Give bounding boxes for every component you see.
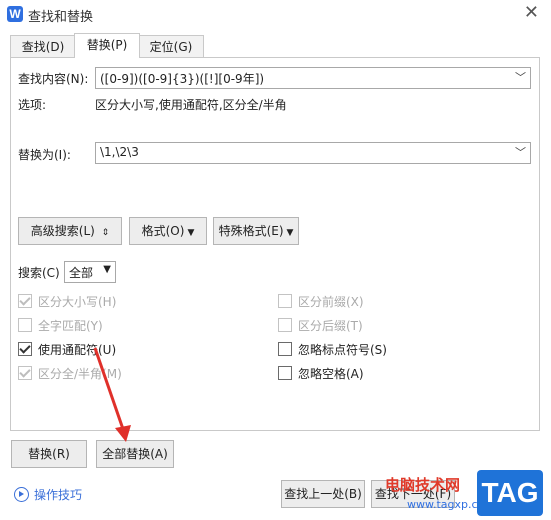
format-label: 格式(O): [141, 224, 185, 238]
checkbox-box[interactable]: [18, 294, 32, 308]
options-label: 选项:: [18, 98, 47, 112]
chevron-down-icon[interactable]: ﹀: [515, 144, 526, 160]
close-icon[interactable]: ✕: [524, 2, 539, 24]
play-circle-icon: [14, 487, 29, 502]
checkbox-label: 忽略空格(A): [298, 367, 364, 381]
search-scope-select[interactable]: 全部 ▼: [64, 261, 116, 283]
check-icon: [19, 366, 31, 378]
tab-replace[interactable]: 替换(P): [74, 33, 140, 58]
check-icon: [19, 294, 31, 306]
title-bar: W 查找和替换 ✕: [0, 0, 551, 28]
checkbox-box[interactable]: [18, 342, 32, 356]
checkbox-box[interactable]: [278, 366, 292, 380]
checkbox-label: 忽略标点符号(S): [298, 343, 387, 357]
ignore-punctuation-checkbox[interactable]: 忽略标点符号(S): [278, 341, 387, 357]
checkbox-box[interactable]: [278, 318, 292, 332]
replace-input-value: \1,\2\3: [100, 145, 139, 159]
watermark-logo: TAG: [477, 470, 543, 516]
search-label: 搜索(C): [18, 266, 60, 280]
options-value: 区分大小写,使用通配符,区分全/半角: [95, 98, 287, 112]
caret-down-icon: ▼: [187, 228, 195, 238]
tab-find[interactable]: 查找(D): [10, 35, 76, 58]
format-button[interactable]: 格式(O) ▼: [129, 217, 207, 245]
checkbox-label: 区分全/半角(M): [38, 367, 122, 381]
checkbox-label: 使用通配符(U): [38, 343, 117, 357]
find-previous-button[interactable]: 查找上一处(B): [281, 480, 365, 508]
tips-label: 操作技巧: [34, 488, 83, 502]
replace-button[interactable]: 替换(R): [11, 440, 87, 468]
checkbox-box[interactable]: [278, 342, 292, 356]
replace-input[interactable]: \1,\2\3 ﹀: [95, 142, 531, 164]
checkbox-label: 全字匹配(Y): [38, 319, 103, 333]
match-width-checkbox[interactable]: 区分全/半角(M): [18, 365, 122, 381]
match-prefix-checkbox[interactable]: 区分前缀(X): [278, 293, 364, 309]
wps-writer-icon: W: [7, 6, 23, 22]
find-input[interactable]: ([0-9])([0-9]{3})([!][0-9年]) ﹀: [95, 67, 531, 89]
watermark: 电脑技术网 www.tagxp.com TAG: [385, 470, 551, 520]
whole-word-checkbox[interactable]: 全字匹配(Y): [18, 317, 103, 333]
checkbox-label: 区分前缀(X): [298, 295, 364, 309]
window-title: 查找和替换: [28, 10, 94, 25]
replace-all-button[interactable]: 全部替换(A): [96, 440, 174, 468]
special-format-button[interactable]: 特殊格式(E) ▼: [213, 217, 299, 245]
match-case-checkbox[interactable]: 区分大小写(H): [18, 293, 116, 309]
replace-label: 替换为(I):: [18, 148, 71, 162]
check-icon: [19, 342, 31, 354]
chevron-down-icon[interactable]: ﹀: [515, 69, 526, 85]
replace-panel: 查找内容(N): ([0-9])([0-9]{3})([!][0-9年]) ﹀ …: [10, 57, 540, 431]
expand-collapse-icon: ⇕: [101, 228, 110, 238]
checkbox-label: 区分后缀(T): [298, 319, 363, 333]
search-scope-value: 全部: [69, 266, 94, 280]
special-format-label: 特殊格式(E): [218, 224, 284, 238]
advanced-search-button[interactable]: 高级搜索(L) ⇕: [18, 217, 122, 245]
advanced-search-label: 高级搜索(L): [30, 224, 95, 238]
checkbox-box[interactable]: [18, 366, 32, 380]
use-wildcards-checkbox[interactable]: 使用通配符(U): [18, 341, 116, 357]
find-label: 查找内容(N):: [18, 72, 89, 86]
checkbox-box[interactable]: [18, 318, 32, 332]
caret-down-icon: ▼: [103, 264, 111, 275]
watermark-text: 电脑技术网: [385, 476, 461, 494]
tab-goto[interactable]: 定位(G): [138, 35, 204, 58]
tips-link[interactable]: 操作技巧: [14, 486, 82, 503]
checkbox-label: 区分大小写(H): [38, 295, 117, 309]
ignore-space-checkbox[interactable]: 忽略空格(A): [278, 365, 364, 381]
caret-down-icon: ▼: [286, 228, 294, 238]
match-suffix-checkbox[interactable]: 区分后缀(T): [278, 317, 363, 333]
find-input-value: ([0-9])([0-9]{3})([!][0-9年]): [100, 72, 265, 86]
checkbox-box[interactable]: [278, 294, 292, 308]
